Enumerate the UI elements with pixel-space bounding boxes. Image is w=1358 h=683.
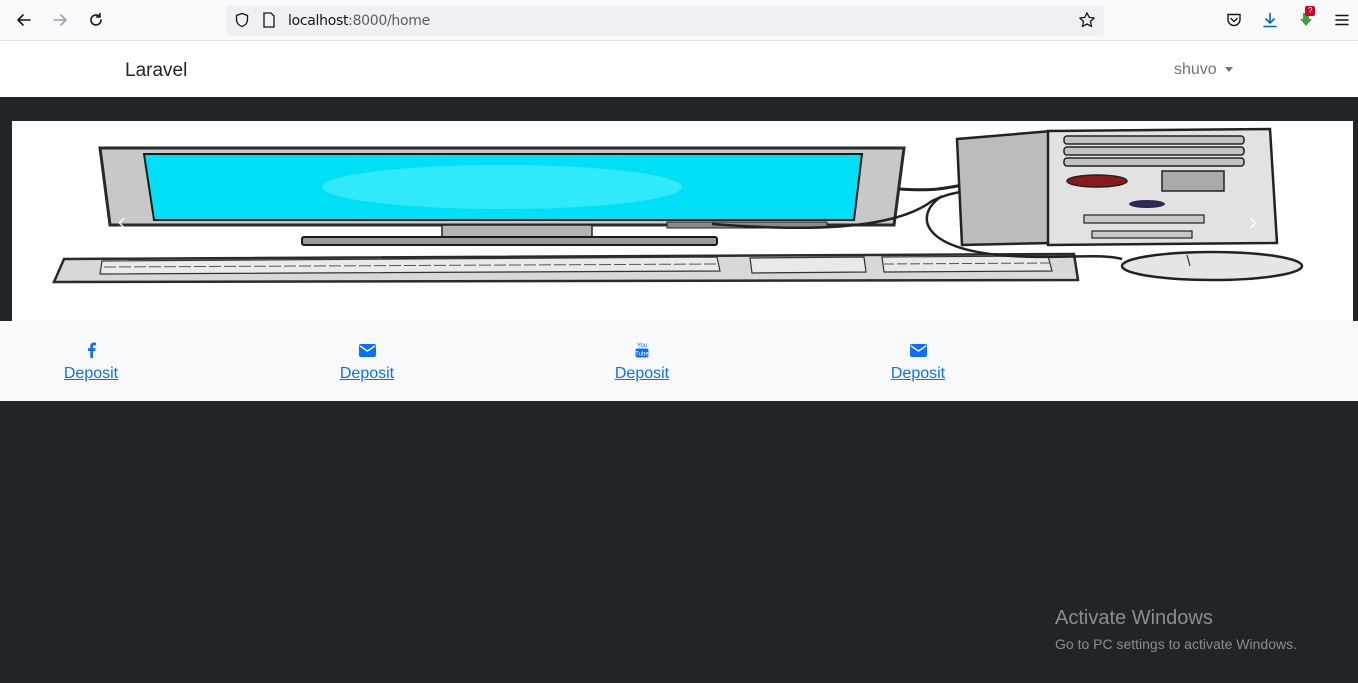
url-text[interactable]: localhost:8000/home [288, 13, 430, 29]
svg-text:You: You [637, 343, 647, 349]
youtube-icon: You Tube [635, 341, 649, 359]
envelope-icon [909, 341, 927, 359]
carousel-prev-icon[interactable]: ‹ [112, 206, 132, 236]
back-icon[interactable] [12, 8, 36, 32]
bookmark-star-icon[interactable] [1078, 11, 1096, 34]
url-bar[interactable]: localhost:8000/home [226, 5, 1104, 36]
deposit-link-2[interactable]: Deposit [340, 365, 394, 383]
computer-image [52, 127, 1304, 284]
downloads-icon[interactable] [1258, 8, 1282, 32]
app-navbar: Laravel shuvo [0, 41, 1358, 97]
watermark-subtitle: Go to PC settings to activate Windows. [1055, 636, 1297, 652]
deposit-link-3[interactable]: Deposit [615, 365, 669, 383]
url-path: :8000/home [348, 13, 430, 29]
carousel-next-icon[interactable]: › [1243, 206, 1263, 236]
browser-toolbar: localhost:8000/home ? [0, 0, 1358, 41]
user-dropdown[interactable]: shuvo [1174, 61, 1233, 79]
svg-text:Tube: Tube [635, 352, 649, 358]
caret-down-icon [1224, 66, 1233, 72]
page-icon [262, 12, 276, 33]
deposit-link-4[interactable]: Deposit [891, 365, 945, 383]
link-item-youtube: You Tube Deposit [582, 341, 702, 383]
brand-link[interactable]: Laravel [125, 60, 187, 82]
pocket-icon[interactable] [1222, 8, 1246, 32]
user-name: shuvo [1174, 61, 1217, 78]
facebook-icon [87, 341, 96, 359]
menu-icon[interactable] [1330, 8, 1354, 32]
envelope-icon [358, 341, 376, 359]
watermark-title: Activate Windows [1055, 607, 1213, 629]
link-item-facebook: Deposit [31, 341, 151, 383]
deposit-link-1[interactable]: Deposit [64, 365, 118, 383]
reload-icon[interactable] [84, 8, 108, 32]
shield-icon[interactable] [234, 12, 250, 33]
links-section: Deposit Deposit You Tube Deposit Deposit [0, 321, 1358, 401]
carousel: ‹ › [12, 121, 1353, 321]
link-item-email-2: Deposit [858, 341, 978, 383]
forward-icon[interactable] [48, 8, 72, 32]
link-item-email: Deposit [307, 341, 427, 383]
extension-download-icon[interactable]: ? [1294, 6, 1318, 32]
notification-badge: ? [1305, 6, 1316, 16]
windows-activation-watermark: Activate Windows Go to PC settings to ac… [1055, 607, 1297, 652]
url-host: localhost [288, 13, 349, 29]
